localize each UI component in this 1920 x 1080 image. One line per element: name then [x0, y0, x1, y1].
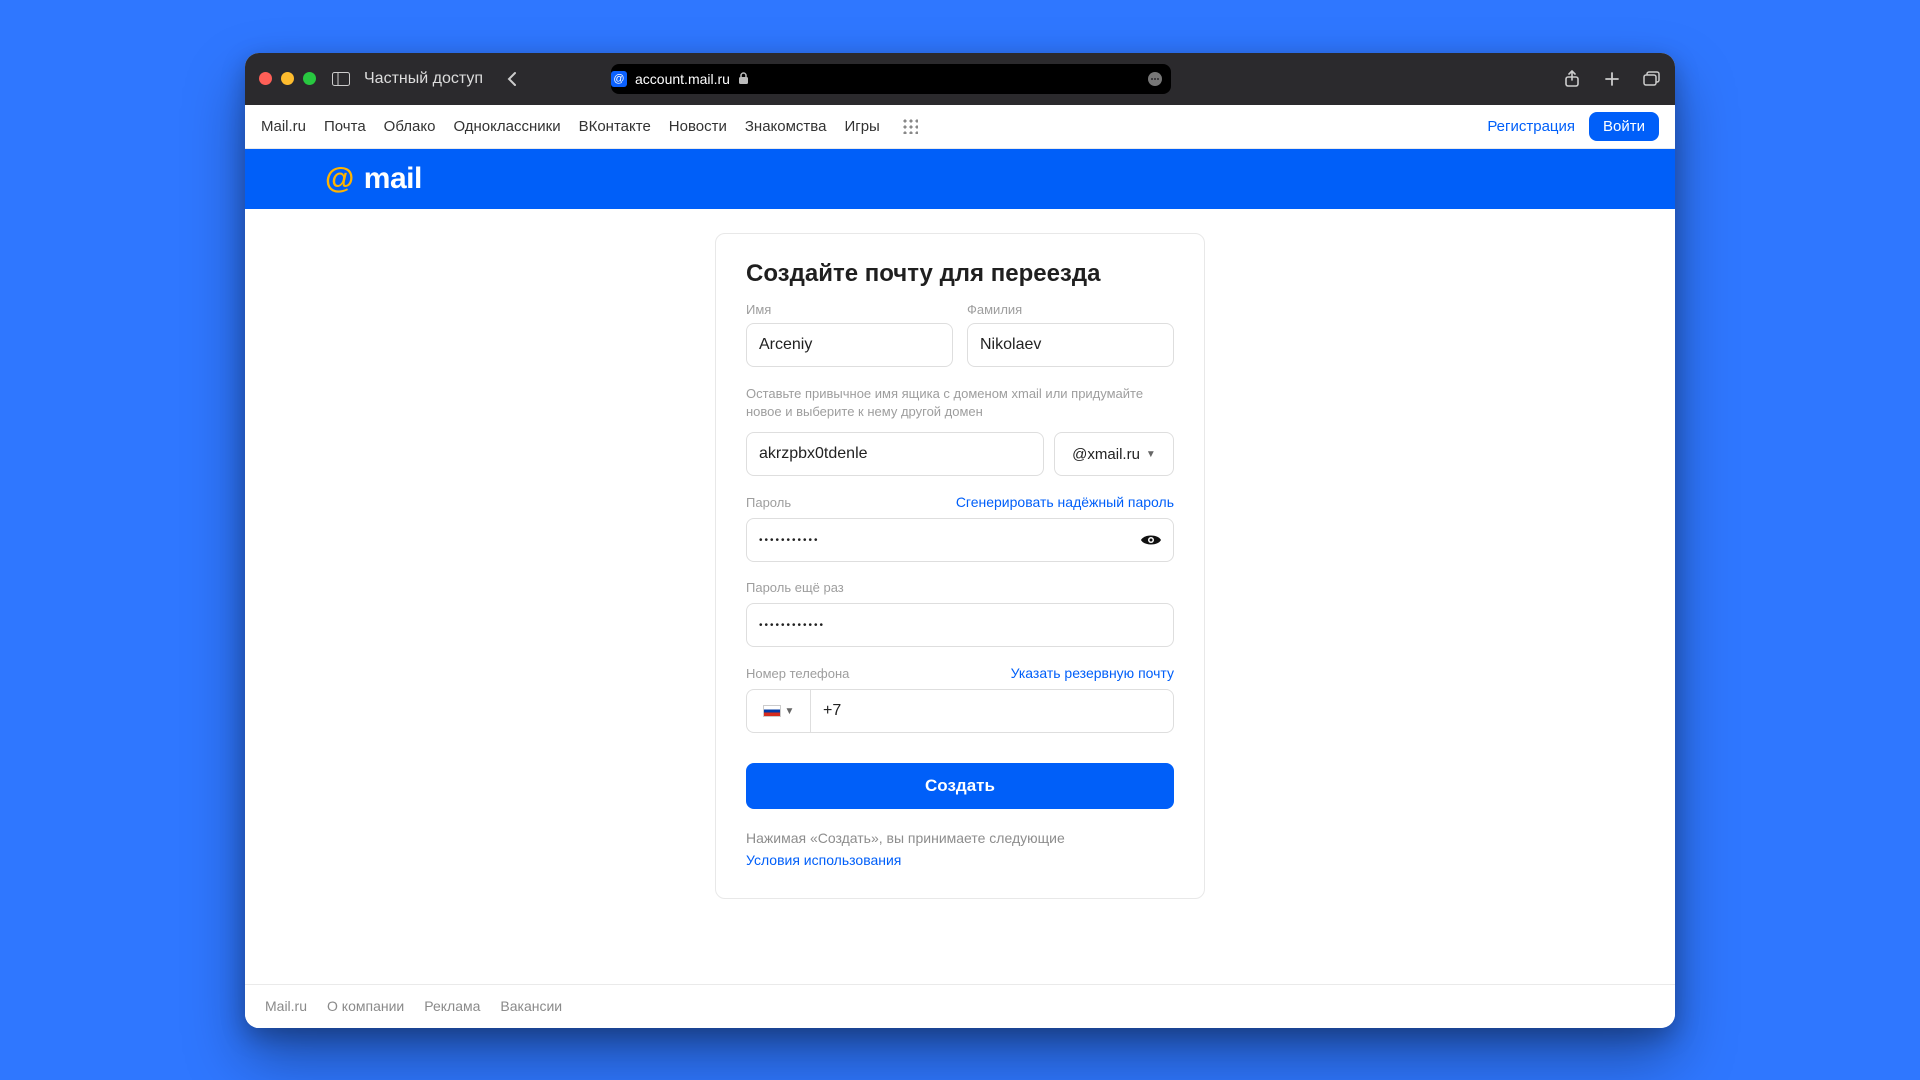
- password-label: Пароль: [746, 495, 791, 510]
- top-nav-link[interactable]: Знакомства: [745, 118, 827, 135]
- last-name-input[interactable]: [967, 323, 1174, 367]
- register-link[interactable]: Регистрация: [1487, 118, 1575, 135]
- first-name-label: Имя: [746, 302, 953, 317]
- signup-card: Создайте почту для переезда Имя Фамилия …: [715, 233, 1205, 900]
- footer-link[interactable]: Вакансии: [500, 998, 562, 1014]
- address-bar[interactable]: @ account.mail.ru: [611, 64, 1171, 94]
- email-username-input[interactable]: [746, 432, 1044, 476]
- apps-grid-icon[interactable]: [902, 118, 918, 134]
- site-favicon-icon: @: [611, 71, 627, 87]
- traffic-lights: [259, 72, 316, 85]
- tabs-overview-icon[interactable]: [1643, 70, 1661, 88]
- phone-input[interactable]: [810, 689, 1174, 733]
- brand-bar: @ mail: [245, 149, 1675, 209]
- back-icon[interactable]: [503, 70, 521, 88]
- domain-select[interactable]: @xmail.ru ▼: [1054, 432, 1174, 476]
- tos-block: Нажимая «Создать», вы принимаете следующ…: [746, 829, 1174, 870]
- sidebar-toggle-icon[interactable]: [332, 70, 350, 88]
- fullscreen-icon[interactable]: [303, 72, 316, 85]
- browser-window: Частный доступ @ account.mail.ru: [245, 53, 1675, 1028]
- page-title: Создайте почту для переезда: [746, 260, 1174, 288]
- new-tab-icon[interactable]: [1603, 70, 1621, 88]
- chevron-down-icon: ▼: [785, 706, 795, 717]
- logo-text: mail: [364, 162, 422, 196]
- share-icon[interactable]: [1563, 70, 1581, 88]
- top-nav-link[interactable]: Mail.ru: [261, 118, 306, 135]
- domain-value: @xmail.ru: [1072, 446, 1140, 463]
- top-nav: Mail.ru Почта Облако Одноклассники ВКонт…: [245, 105, 1675, 149]
- password-input[interactable]: •••••••••••: [746, 518, 1174, 562]
- password2-label: Пароль ещё раз: [746, 580, 844, 595]
- top-nav-link[interactable]: Новости: [669, 118, 727, 135]
- minimize-icon[interactable]: [281, 72, 294, 85]
- tos-text: Нажимая «Создать», вы принимаете следующ…: [746, 830, 1065, 846]
- flag-russia-icon: [763, 705, 781, 717]
- top-nav-link[interactable]: Игры: [844, 118, 879, 135]
- content: Создайте почту для переезда Имя Фамилия …: [245, 209, 1675, 984]
- phone-country-select[interactable]: ▼: [746, 689, 810, 733]
- submit-button[interactable]: Создать: [746, 763, 1174, 809]
- reader-icon[interactable]: [1147, 71, 1163, 87]
- url-text: account.mail.ru: [635, 71, 730, 87]
- private-mode-label: Частный доступ: [364, 70, 483, 88]
- backup-email-link[interactable]: Указать резервную почту: [1011, 665, 1174, 681]
- top-nav-link[interactable]: Почта: [324, 118, 366, 135]
- footer-link[interactable]: Реклама: [424, 998, 480, 1014]
- lock-icon: [738, 72, 749, 85]
- eye-icon[interactable]: [1140, 532, 1162, 548]
- close-icon[interactable]: [259, 72, 272, 85]
- top-nav-link[interactable]: ВКонтакте: [579, 118, 651, 135]
- titlebar: Частный доступ @ account.mail.ru: [245, 53, 1675, 105]
- top-nav-links: Mail.ru Почта Облако Одноклассники ВКонт…: [261, 118, 918, 135]
- tos-link[interactable]: Условия использования: [746, 851, 1174, 871]
- phone-label: Номер телефона: [746, 666, 849, 681]
- chevron-down-icon: ▼: [1146, 449, 1156, 460]
- email-hint: Оставьте привычное имя ящика с доменом x…: [746, 385, 1174, 423]
- footer: Mail.ru О компании Реклама Вакансии: [245, 984, 1675, 1028]
- first-name-input[interactable]: [746, 323, 953, 367]
- logo-at-icon: @: [325, 162, 354, 196]
- generate-password-link[interactable]: Сгенерировать надёжный пароль: [956, 494, 1174, 510]
- logo[interactable]: @ mail: [325, 162, 422, 196]
- top-nav-link[interactable]: Одноклассники: [453, 118, 560, 135]
- password2-input[interactable]: ••••••••••••: [746, 603, 1174, 647]
- footer-link[interactable]: Mail.ru: [265, 998, 307, 1014]
- top-nav-link[interactable]: Облако: [384, 118, 436, 135]
- footer-link[interactable]: О компании: [327, 998, 404, 1014]
- login-button[interactable]: Войти: [1589, 112, 1659, 141]
- last-name-label: Фамилия: [967, 302, 1174, 317]
